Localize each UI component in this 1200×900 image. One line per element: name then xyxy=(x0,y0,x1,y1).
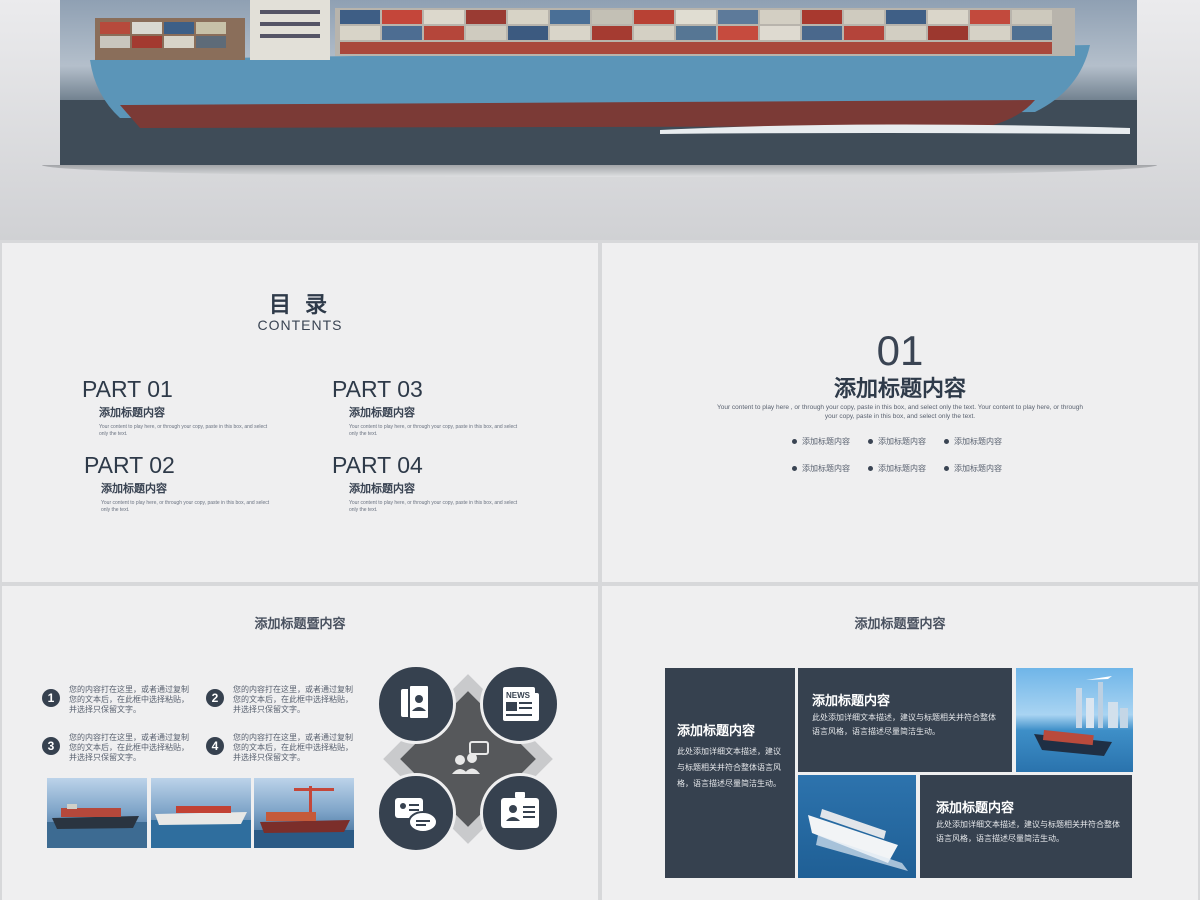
container-ship-illustration xyxy=(60,0,1137,165)
number-badge: 1 xyxy=(42,689,60,707)
item-text: 您的内容打在这里，或者通过复制您的文本后，在此框中选择粘贴，并选择只保留文字。 xyxy=(233,733,353,762)
item-text: 您的内容打在这里，或者通过复制您的文本后，在此框中选择粘贴，并选择只保留文字。 xyxy=(69,685,189,714)
icon-cluster: NEWS xyxy=(376,664,560,854)
person-book-icon xyxy=(376,664,456,744)
part-desc: Your content to play here, or through yo… xyxy=(349,500,518,513)
toc-title: 目 录 xyxy=(268,292,332,317)
part-number: PART 02 xyxy=(84,452,175,478)
content-slide-boxes: 添加标题暨内容 添加标题内容 此处添加详细文本描述，建议与标题相关并符合整体语言… xyxy=(602,586,1198,900)
bullet-item: 添加标题内容 xyxy=(868,463,944,474)
text-box-3: 添加标题内容 此处添加详细文本描述，建议与标题相关并符合整体语言风格，语言描述尽… xyxy=(920,775,1132,878)
section-bullets: 添加标题内容 添加标题内容 添加标题内容 添加标题内容 添加标题内容 添加标题内容 xyxy=(792,431,1032,485)
ship-thumbnail-3 xyxy=(254,778,354,848)
bullet-item: 添加标题内容 xyxy=(868,436,944,447)
bullet-item: 添加标题内容 xyxy=(944,463,1020,474)
ship-illustration xyxy=(47,804,147,848)
news-icon: NEWS xyxy=(480,664,560,744)
part-desc: Your content to play here, or through yo… xyxy=(349,424,518,437)
cruise-ship-photo xyxy=(798,775,916,878)
bullet-dot-icon xyxy=(868,466,873,472)
section-desc: Your content to play here , or through y… xyxy=(716,404,1084,420)
part-number: PART 03 xyxy=(332,376,423,402)
box-desc: 此处添加详细文本描述，建议与标题相关并符合整体语言风格，语言描述尽量简洁生动。 xyxy=(936,820,1120,843)
part-desc: Your content to play here, or through yo… xyxy=(99,424,268,437)
box-title: 添加标题内容 xyxy=(812,693,891,708)
slide-heading: 添加标题暨内容 xyxy=(854,616,946,631)
toc-part-03: PART 03 添加标题内容 Your content to play here… xyxy=(332,376,572,438)
svg-text:NEWS: NEWS xyxy=(506,691,531,700)
section-title: 添加标题内容 xyxy=(833,376,966,401)
cruise-ship-illustration xyxy=(808,809,908,871)
part-number: PART 04 xyxy=(332,452,423,478)
bullet-item: 添加标题内容 xyxy=(792,436,868,447)
harbor-city-illustration xyxy=(1034,676,1128,756)
box-desc: 此处添加详细文本描述，建议与标题相关并符合整体语言风格，语言描述尽量简洁生动。 xyxy=(812,713,996,736)
bullet-dot-icon xyxy=(792,466,797,472)
bullet-item: 添加标题内容 xyxy=(944,436,1020,447)
item-text: 您的内容打在这里，或者通过复制您的文本后，在此框中选择粘贴，并选择只保留文字。 xyxy=(69,733,189,762)
bullet-dot-icon xyxy=(868,439,873,445)
bullet-dot-icon xyxy=(944,466,949,472)
ship-illustration xyxy=(151,806,251,848)
number-badge: 4 xyxy=(206,737,224,755)
item-text: 您的内容打在这里，或者通过复制您的文本后，在此框中选择粘贴，并选择只保留文字。 xyxy=(233,685,353,714)
content-slide-icons: 添加标题暨内容 1 您的内容打在这里，或者通过复制您的文本后，在此框中选择粘贴，… xyxy=(2,586,598,900)
box-title: 添加标题内容 xyxy=(936,800,1015,815)
part-title: 添加标题内容 xyxy=(349,407,415,419)
section-slide: 01 添加标题内容 Your content to play here , or… xyxy=(602,243,1198,582)
text-box-2: 添加标题内容 此处添加详细文本描述，建议与标题相关并符合整体语言风格，语言描述尽… xyxy=(798,668,1012,772)
ship-illustration xyxy=(254,786,354,848)
harbor-city-photo xyxy=(1016,668,1133,772)
number-badge: 3 xyxy=(42,737,60,755)
ship-thumbnail-2 xyxy=(151,778,251,848)
user-chat-icon xyxy=(376,773,456,853)
box-title: 添加标题内容 xyxy=(677,723,756,738)
text-box-1: 添加标题内容 此处添加详细文本描述，建议与标题相关并符合整体语言风格，语言描述尽… xyxy=(665,668,795,878)
contents-slide: 目 录 CONTENTS PART 01 添加标题内容 Your content… xyxy=(2,243,598,582)
toc-part-01: PART 01 添加标题内容 Your content to play here… xyxy=(82,376,322,438)
id-badge-icon xyxy=(480,773,560,853)
part-title: 添加标题内容 xyxy=(101,483,167,495)
toc-part-02: PART 02 添加标题内容 Your content to play here… xyxy=(84,452,324,514)
part-desc: Your content to play here, or through yo… xyxy=(101,500,270,513)
part-title: 添加标题内容 xyxy=(99,407,165,419)
section-number: 01 xyxy=(876,327,924,374)
bullet-dot-icon xyxy=(944,439,949,445)
toc-part-04: PART 04 添加标题内容 Your content to play here… xyxy=(332,452,572,514)
container-ship-photo xyxy=(60,0,1137,165)
bullet-dot-icon xyxy=(792,439,797,445)
slide-heading: 添加标题暨内容 xyxy=(254,616,346,631)
box-desc: 此处添加详细文本描述，建议与标题相关并符合整体语言风格，语言描述尽量简洁生动。 xyxy=(677,747,781,788)
part-number: PART 01 xyxy=(82,376,173,402)
part-title: 添加标题内容 xyxy=(349,483,415,495)
toc-subtitle: CONTENTS xyxy=(257,317,343,333)
number-badge: 2 xyxy=(206,689,224,707)
bullet-item: 添加标题内容 xyxy=(792,463,868,474)
ship-thumbnail-1 xyxy=(47,778,147,848)
hero-slide xyxy=(0,0,1200,240)
hero-photo-shadow xyxy=(42,165,1157,177)
